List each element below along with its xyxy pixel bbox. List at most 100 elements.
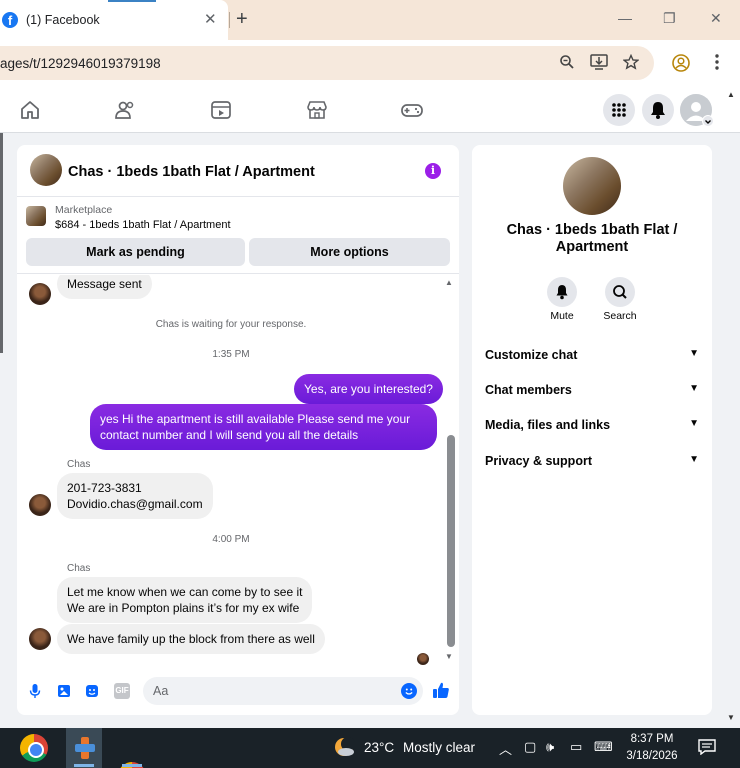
chevron-down-icon: ▼ (689, 383, 699, 394)
bookmark-star-icon[interactable] (622, 53, 640, 72)
notifications-icon[interactable] (642, 94, 674, 126)
sender-name: Chas (67, 459, 91, 470)
marketplace-listing-bar: Marketplace $684 - 1beds 1bath Flat / Ap… (17, 198, 459, 274)
read-receipt-avatar (417, 653, 429, 665)
section-label: Customize chat (485, 348, 578, 362)
page-scroll-down-arrow[interactable]: ▼ (727, 713, 735, 722)
timestamp: 4:00 PM (212, 534, 250, 545)
contact-avatar (29, 628, 51, 650)
message-bubble-outgoing: Yes, are you interested? (294, 374, 443, 404)
tab-separator (229, 12, 230, 28)
gif-icon[interactable]: GIF (114, 683, 130, 699)
restore-button[interactable]: ❐ (663, 10, 676, 27)
browser-tab-strip: f (1) Facebook ✕ + — ❐ ✕ (0, 0, 740, 40)
friends-icon[interactable] (113, 98, 137, 122)
address-bar[interactable]: ages/t/1292946019379198 (0, 46, 654, 80)
tray-chevron-icon[interactable]: ︿ (499, 739, 512, 758)
chevron-down-icon: ▼ (689, 348, 699, 359)
browser-menu-icon[interactable] (708, 54, 726, 72)
message-input[interactable]: Aa (143, 677, 423, 705)
mute-button[interactable] (547, 277, 577, 307)
page-scroll-up-arrow[interactable]: ▲ (727, 90, 735, 99)
message-bubble-incoming: Message sent (57, 275, 152, 299)
chevron-down-icon: ▼ (689, 454, 699, 465)
listing-thumbnail[interactable] (26, 206, 46, 226)
section-label: Media, files and links (485, 418, 611, 432)
message-bubble-incoming: 201-723-3831 Dovidio.chas@gmail.com (57, 473, 213, 519)
notification-center-icon[interactable] (698, 739, 716, 756)
chat-info-panel: Chas · 1beds 1bath Flat / Apartment Mute… (472, 145, 712, 715)
info-avatar[interactable] (563, 157, 621, 215)
privacy-support-section[interactable]: Privacy & support ▼ (485, 454, 699, 474)
app-taskbar-icon[interactable] (71, 734, 99, 762)
mute-label: Mute (550, 310, 574, 322)
menu-grid-icon[interactable] (603, 94, 635, 126)
photo-icon[interactable] (56, 683, 72, 699)
tab-close-icon[interactable]: ✕ (204, 10, 217, 28)
info-icon[interactable]: i (425, 163, 441, 179)
new-tab-button[interactable]: + (236, 8, 248, 31)
microphone-icon[interactable] (27, 683, 43, 699)
taskbar-indicator (122, 764, 142, 767)
video-icon[interactable] (209, 98, 233, 122)
more-options-button[interactable]: More options (249, 238, 450, 266)
home-icon[interactable] (18, 98, 42, 122)
system-clock[interactable]: 8:37 PM 3/18/2026 (626, 731, 678, 765)
emoji-icon[interactable] (401, 683, 417, 699)
search-label: Search (603, 310, 637, 322)
clock-time: 8:37 PM (630, 733, 674, 745)
url-text: ages/t/1292946019379198 (0, 56, 161, 71)
browser-tab[interactable]: f (1) Facebook ✕ (0, 0, 228, 40)
scroll-down-arrow[interactable]: ▼ (445, 652, 453, 661)
minimize-button[interactable]: — (618, 10, 632, 26)
tray-device-icon[interactable]: ▢ (524, 739, 536, 755)
gaming-icon[interactable] (400, 98, 424, 122)
message-bubble-incoming: Let me know when we can come by to see i… (57, 577, 313, 623)
mark-as-pending-button[interactable]: Mark as pending (26, 238, 245, 266)
listing-price-title[interactable]: $684 - 1beds 1bath Flat / Apartment (55, 219, 231, 231)
timestamp: 1:35 PM (212, 349, 250, 360)
weather-condition[interactable]: Mostly clear (403, 740, 475, 755)
scroll-up-arrow[interactable]: ▲ (445, 278, 453, 287)
contact-avatar (29, 283, 51, 305)
temperature[interactable]: 23°C (364, 740, 394, 755)
contact-avatar (29, 494, 51, 516)
chat-members-section[interactable]: Chat members ▼ (485, 383, 699, 403)
marketplace-icon[interactable] (305, 98, 329, 122)
left-edge-scrollbar (0, 133, 3, 353)
volume-icon[interactable]: 🕪 (546, 739, 554, 755)
sticker-icon[interactable] (84, 683, 100, 699)
tab-accent (108, 0, 156, 2)
customize-chat-section[interactable]: Customize chat ▼ (485, 348, 699, 368)
chevron-down-icon: ▼ (689, 418, 699, 429)
close-window-button[interactable]: ✕ (710, 10, 722, 27)
waiting-notice: Chas is waiting for your response. (155, 319, 307, 330)
info-title: Chas · 1beds 1bath Flat / Apartment (506, 222, 678, 255)
browser-toolbar: ages/t/1292946019379198 (0, 40, 740, 86)
section-label: Chat members (485, 383, 572, 397)
profile-icon[interactable] (672, 54, 690, 72)
message-scrollbar-thumb[interactable] (447, 435, 455, 647)
account-chevron-icon[interactable] (702, 115, 714, 127)
zoom-icon[interactable] (558, 54, 576, 72)
marketplace-label: Marketplace (55, 204, 113, 216)
message-bubble-outgoing: yes Hi the apartment is still available … (90, 404, 437, 450)
keyboard-icon[interactable]: ⌨ (594, 739, 613, 755)
section-label: Privacy & support (485, 454, 592, 468)
search-button[interactable] (605, 277, 635, 307)
network-icon[interactable]: ▭ (570, 739, 582, 755)
like-thumb-icon[interactable] (432, 681, 450, 699)
chat-title[interactable]: Chas · 1beds 1bath Flat / Apartment (68, 164, 315, 180)
chrome-taskbar-icon[interactable] (20, 734, 48, 762)
message-list: Message sent Chas is waiting for your re… (17, 275, 459, 665)
facebook-nav-bar (0, 86, 740, 133)
install-app-icon[interactable] (590, 54, 608, 72)
message-composer: GIF Aa (17, 675, 459, 707)
weather-moon-icon[interactable] (332, 736, 356, 758)
media-files-links-section[interactable]: Media, files and links ▼ (485, 418, 699, 438)
chat-avatar[interactable] (30, 154, 62, 186)
chat-header: Chas · 1beds 1bath Flat / Apartment i (17, 145, 459, 197)
message-bubble-incoming: We have family up the block from there a… (57, 624, 325, 654)
clock-date: 3/18/2026 (626, 750, 678, 762)
tab-title: (1) Facebook (26, 13, 100, 27)
